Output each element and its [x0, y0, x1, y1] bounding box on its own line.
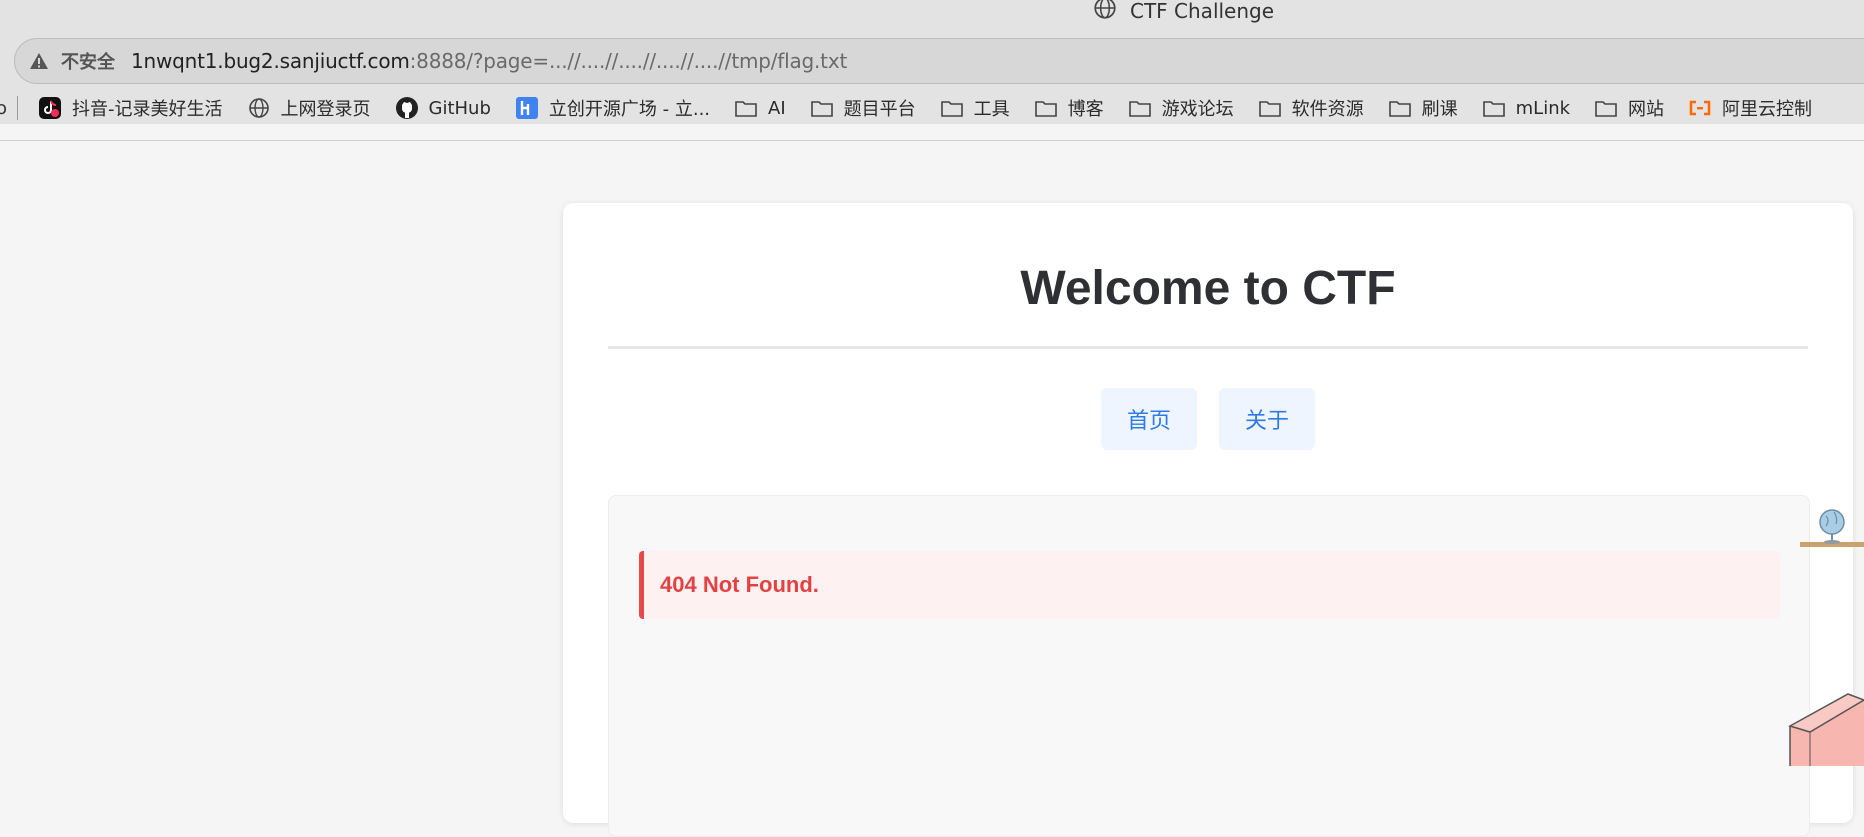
- bookmark-oshwhub[interactable]: 立创开源广场 - 立...: [503, 93, 722, 123]
- folder-icon: [1595, 101, 1617, 117]
- content-panel: 404 Not Found.: [608, 495, 1810, 837]
- bookmark-folder-courses[interactable]: 刷课: [1376, 93, 1470, 123]
- bookmark-folder-software[interactable]: 软件资源: [1246, 93, 1376, 123]
- github-icon: [395, 97, 418, 119]
- bookmark-label: AI: [768, 97, 786, 119]
- bookmark-folder-websites[interactable]: 网站: [1582, 93, 1676, 123]
- browser-toolbar: 不安全 1nwqnt1.bug2.sanjiuctf.com:8888/?pag…: [0, 30, 1864, 124]
- bookmark-label: 工具: [973, 99, 1010, 120]
- bookmark-label: 立创开源广场 - 立...: [548, 99, 711, 120]
- bookmark-label: mLink: [1515, 97, 1571, 119]
- nav-home-button[interactable]: 首页: [1101, 388, 1197, 450]
- bookmark-label: 博客: [1067, 99, 1104, 120]
- security-label[interactable]: 不安全: [61, 48, 115, 74]
- bookmark-label: 刷课: [1421, 99, 1458, 120]
- folder-icon: [810, 101, 833, 117]
- bookmark-aliyun[interactable]: 阿里云控制: [1676, 93, 1824, 123]
- bookmark-label: 阿里云控制: [1722, 99, 1813, 120]
- folder-icon: [1128, 101, 1151, 117]
- bookmark-label: GitHub: [428, 97, 491, 119]
- nav-about-button[interactable]: 关于: [1219, 388, 1315, 450]
- bookmark-label: 游戏论坛: [1161, 99, 1234, 120]
- bookmark-folder-mlink[interactable]: mLink: [1470, 93, 1582, 123]
- folder-icon: [1034, 101, 1057, 117]
- address-bar[interactable]: 不安全 1nwqnt1.bug2.sanjiuctf.com:8888/?pag…: [14, 38, 1864, 84]
- bookmark-folder-tools[interactable]: 工具: [928, 93, 1022, 123]
- bookmark-label: 上网登录页: [280, 99, 371, 120]
- page-title: Welcome to CTF: [1020, 262, 1396, 315]
- tab-strip: CTF Challenge: [0, 0, 1864, 30]
- bookmark-folder-blog[interactable]: 博客: [1022, 93, 1116, 123]
- toolbar-divider: [0, 140, 1864, 141]
- bookmark-label: 抖音-记录美好生活: [72, 99, 223, 120]
- error-alert: 404 Not Found.: [639, 551, 1780, 619]
- folder-icon: [940, 101, 963, 117]
- bookmark-folder-problems[interactable]: 题目平台: [798, 93, 928, 123]
- folder-icon: [735, 101, 757, 117]
- oshwhub-icon: [515, 97, 538, 119]
- folder-icon: [1482, 101, 1505, 117]
- bookmark-github[interactable]: GitHub: [383, 93, 503, 123]
- bookmark-douyin[interactable]: 抖音-记录美好生活: [26, 93, 235, 123]
- url-host: 1nwqnt1.bug2.sanjiuctf.com: [131, 49, 410, 73]
- bookmark-folder-game-forum[interactable]: 游戏论坛: [1116, 93, 1246, 123]
- title-divider: [608, 346, 1808, 349]
- globe-icon: [1094, 0, 1116, 19]
- url-text[interactable]: 1nwqnt1.bug2.sanjiuctf.com:8888/?page=..…: [131, 49, 847, 73]
- bookmark-label: 题目平台: [843, 99, 916, 120]
- box-illustration-icon: [1788, 693, 1864, 766]
- bookmark-label: 软件资源: [1291, 99, 1364, 120]
- folder-icon: [1388, 101, 1411, 117]
- aliyun-icon: [1689, 100, 1711, 116]
- url-path: :8888/?page=...//....//....//....//..../…: [409, 49, 848, 73]
- folder-icon: [1258, 101, 1281, 117]
- bookmark-cut-off[interactable]: o: [0, 98, 7, 119]
- douyin-icon: [39, 97, 62, 119]
- warning-icon[interactable]: [29, 51, 49, 71]
- bookmark-label: 网站: [1628, 99, 1665, 120]
- bookmark-login-page[interactable]: 上网登录页: [235, 93, 383, 123]
- bookmarks-bar: o 抖音-记录美好生活 上网登录页 GitHub 立创开源广场 - 立... A…: [0, 92, 1864, 124]
- active-tab[interactable]: CTF Challenge: [1092, 0, 1275, 23]
- error-message: 404 Not Found.: [660, 572, 819, 597]
- main-card: Welcome to CTF 首页 关于 404 Not Found.: [563, 203, 1853, 837]
- bookmark-folder-ai[interactable]: AI: [722, 93, 798, 123]
- globe-illustration-icon: [1800, 509, 1864, 547]
- bookmarks-divider: [17, 96, 19, 120]
- nav-bar: 首页 关于: [563, 388, 1853, 450]
- tab-title: CTF Challenge: [1130, 0, 1275, 23]
- globe-icon: [248, 98, 269, 118]
